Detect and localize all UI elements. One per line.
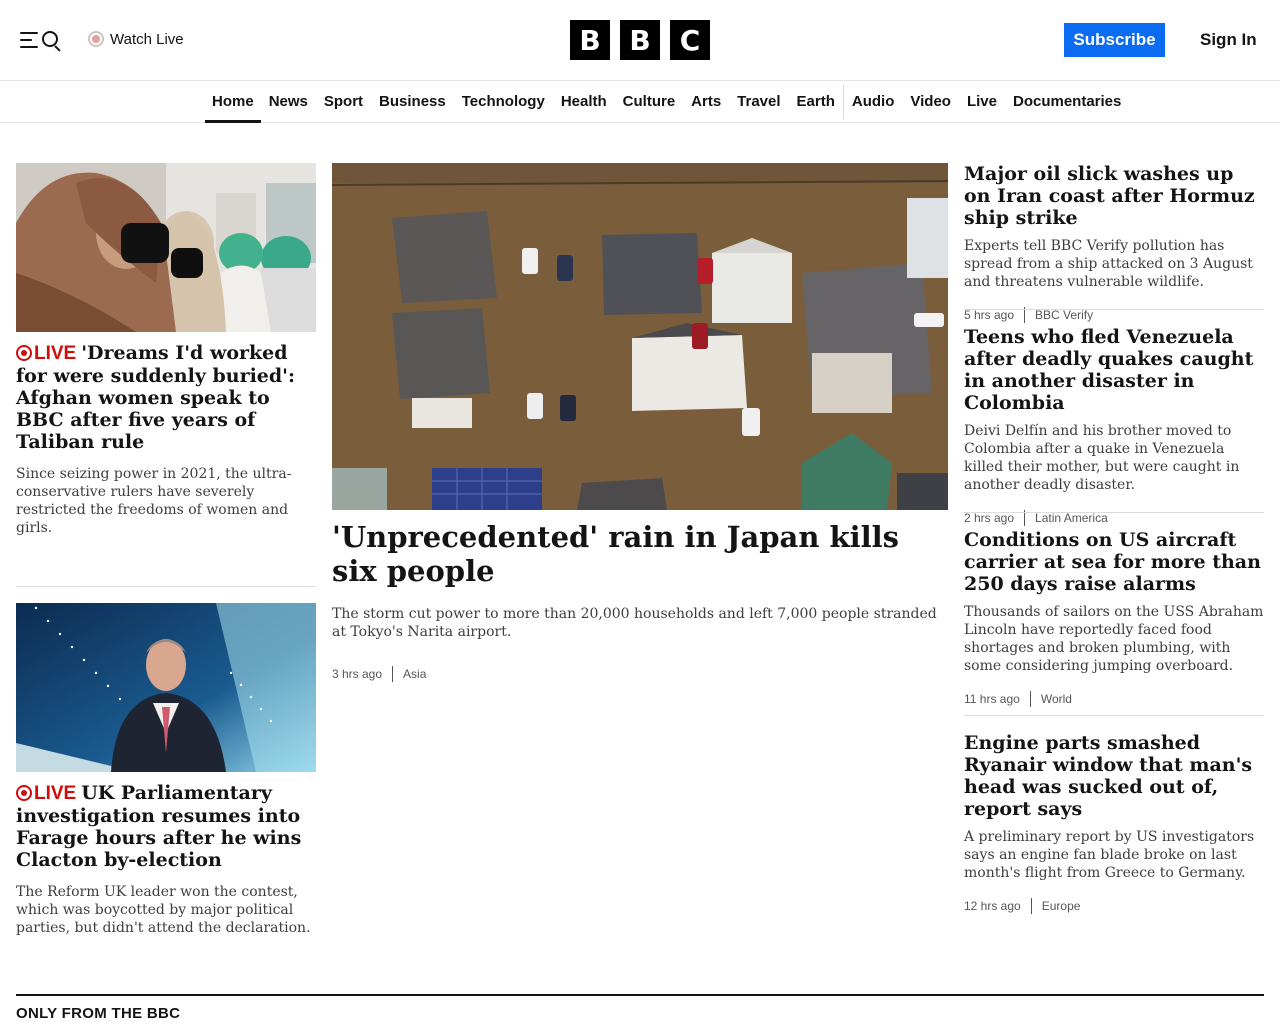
top-header: Watch Live B B C Subscribe Sign In — [0, 0, 1280, 81]
story-title[interactable]: Major oil slick washes up on Iran coast … — [964, 163, 1264, 229]
nav-item-audio[interactable]: Audio — [844, 81, 903, 122]
nav-item-travel[interactable]: Travel — [729, 81, 788, 122]
section-heading: ONLY FROM THE BBC — [16, 1005, 181, 1022]
watch-live-link[interactable]: Watch Live — [88, 28, 184, 50]
bbc-logo[interactable]: B B C — [570, 20, 710, 60]
live-label: LIVE — [34, 783, 77, 804]
meta-divider — [1029, 691, 1031, 707]
nav-item-live[interactable]: Live — [959, 81, 1005, 122]
afghan-women-image[interactable] — [16, 163, 316, 332]
story-summary: Deivi Delfín and his brother moved to Co… — [964, 423, 1240, 493]
nav-item-health[interactable]: Health — [553, 81, 615, 122]
story-card[interactable]: Conditions on US aircraft carrier at sea… — [964, 529, 1264, 707]
story-time: 2 hrs ago — [964, 511, 1015, 525]
story-section-link[interactable]: BBC Verify — [1035, 308, 1093, 322]
logo-block: B — [620, 20, 660, 60]
story-section-link[interactable]: Europe — [1042, 899, 1081, 913]
story-time: 11 hrs ago — [964, 692, 1020, 706]
nav-item-culture[interactable]: Culture — [615, 81, 684, 122]
story-time: 3 hrs ago — [332, 667, 383, 681]
story-title[interactable]: LIVE 'Dreams I'd worked for were suddenly… — [16, 342, 316, 453]
nav-item-earth[interactable]: Earth — [789, 81, 843, 122]
live-badge: LIVE — [16, 343, 76, 364]
nav-item-home[interactable]: Home — [205, 81, 261, 123]
main-nav: Home News Sport Business Technology Heal… — [0, 81, 1280, 123]
story-title[interactable]: LIVE UK Parliamentary investigation resum… — [16, 782, 316, 871]
divider — [16, 586, 316, 587]
live-icon — [16, 785, 32, 801]
story-title[interactable]: Engine parts smashed Ryanair window that… — [964, 732, 1264, 820]
story-card[interactable]: Engine parts smashed Ryanair window that… — [964, 732, 1264, 914]
story-card[interactable]: Teens who fled Venezuela after deadly qu… — [964, 326, 1264, 526]
story-meta: 12 hrs ago Europe — [964, 898, 1264, 914]
logo-block: B — [570, 20, 610, 60]
live-badge: LIVE — [16, 783, 76, 804]
story-summary: A preliminary report by US investigators… — [964, 829, 1255, 881]
divider — [964, 309, 1264, 310]
nav-item-business[interactable]: Business — [371, 81, 454, 122]
story-time: 12 hrs ago — [964, 899, 1021, 913]
nav-item-arts[interactable]: Arts — [683, 81, 729, 122]
story-card[interactable]: Major oil slick washes up on Iran coast … — [964, 163, 1264, 323]
left-column: LIVE 'Dreams I'd worked for were suddenly… — [16, 163, 316, 937]
main-story-summary: The storm cut power to more than 20,000 … — [332, 606, 937, 640]
meta-divider — [1030, 898, 1032, 914]
section-rule — [16, 994, 1264, 996]
sign-in-button[interactable]: Sign In — [1192, 23, 1265, 57]
story-title[interactable]: Teens who fled Venezuela after deadly qu… — [964, 326, 1264, 414]
story-meta: 3 hrs ago Asia — [332, 666, 948, 682]
story-time: 5 hrs ago — [964, 308, 1015, 322]
story-section-link[interactable]: Latin America — [1035, 511, 1108, 525]
story-meta: 11 hrs ago World — [964, 691, 1264, 707]
main-story[interactable]: 'Unprecedented' rain in Japan kills six … — [332, 163, 948, 682]
story-summary: Thousands of sailors on the USS Abraham … — [964, 604, 1264, 674]
main-story-title[interactable]: 'Unprecedented' rain in Japan kills six … — [332, 520, 948, 588]
nav-item-news[interactable]: News — [261, 81, 316, 122]
subscribe-button[interactable]: Subscribe — [1064, 23, 1165, 57]
story-summary: The Reform UK leader won the contest, wh… — [16, 884, 311, 936]
story-summary: Experts tell BBC Verify pollution has sp… — [964, 238, 1253, 290]
meta-divider — [392, 666, 394, 682]
live-dot-icon — [88, 31, 104, 47]
live-label: LIVE — [34, 343, 77, 364]
story-title[interactable]: Conditions on US aircraft carrier at sea… — [964, 529, 1264, 595]
nav-item-documentaries[interactable]: Documentaries — [1005, 81, 1129, 122]
japan-flood-image[interactable] — [332, 163, 948, 510]
menu-search-button[interactable] — [20, 28, 64, 52]
story-summary: Since seizing power in 2021, the ultra-c… — [16, 466, 292, 536]
watch-live-label: Watch Live — [110, 30, 184, 48]
story-section-link[interactable]: Asia — [403, 667, 426, 681]
nav-list: Home News Sport Business Technology Heal… — [205, 81, 1129, 123]
story-card[interactable]: LIVE UK Parliamentary investigation resum… — [16, 603, 316, 937]
search-icon — [42, 31, 58, 47]
logo-block: C — [670, 20, 710, 60]
divider — [964, 512, 1264, 513]
live-icon — [16, 345, 32, 361]
nav-item-video[interactable]: Video — [902, 81, 959, 122]
menu-icon — [20, 32, 38, 48]
nav-item-technology[interactable]: Technology — [454, 81, 553, 122]
nav-item-sport[interactable]: Sport — [316, 81, 371, 122]
story-card[interactable]: LIVE 'Dreams I'd worked for were suddenly… — [16, 163, 316, 537]
farage-image[interactable] — [16, 603, 316, 772]
divider — [964, 715, 1264, 716]
story-section-link[interactable]: World — [1041, 692, 1072, 706]
